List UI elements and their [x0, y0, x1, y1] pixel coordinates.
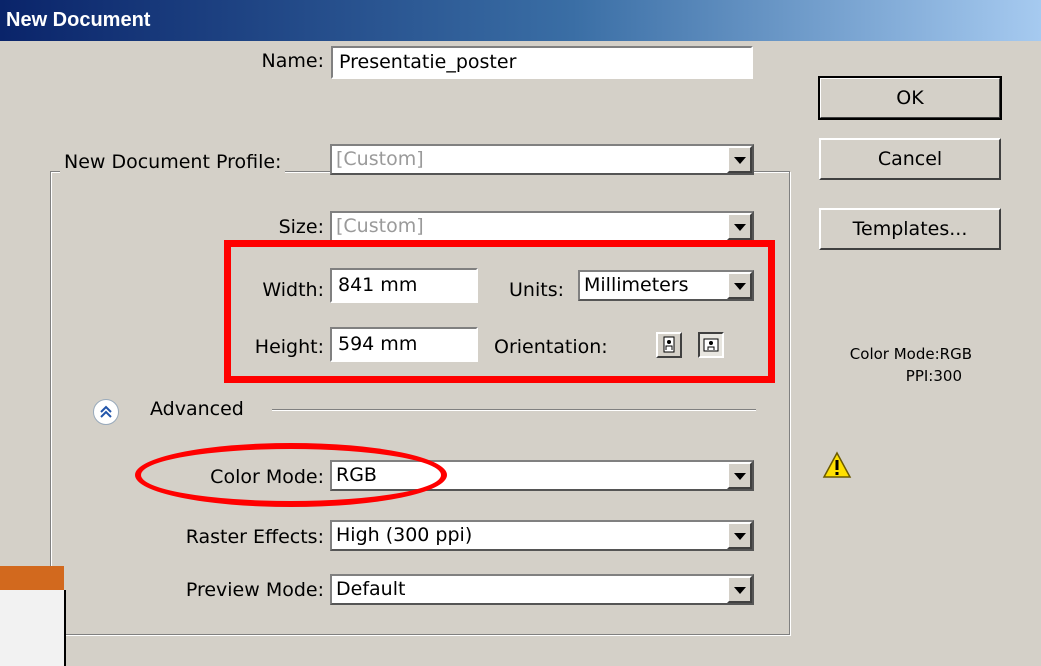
overlay-panel-fragment — [0, 590, 66, 666]
profile-label: New Document Profile: — [60, 151, 286, 173]
chevron-down-icon[interactable] — [727, 213, 752, 240]
raster-effects-label: Raster Effects: — [185, 526, 324, 548]
advanced-divider — [272, 409, 756, 411]
collapse-chevrons-icon[interactable] — [93, 399, 119, 425]
raster-effects-select[interactable]: High (300 ppi) — [330, 520, 754, 551]
size-select[interactable]: [Custom] — [330, 211, 754, 242]
overlay-orange-bar — [0, 566, 64, 590]
preview-mode-label: Preview Mode: — [185, 579, 324, 601]
size-value: [Custom] — [336, 215, 424, 237]
cancel-button[interactable]: Cancel — [819, 138, 1001, 180]
chevron-down-icon[interactable] — [727, 146, 752, 173]
title-bar: New Document — [0, 0, 1041, 41]
chevron-down-icon[interactable] — [727, 576, 752, 603]
advanced-label: Advanced — [150, 398, 244, 420]
name-label: Name: — [261, 50, 324, 72]
annotation-oval — [135, 443, 447, 507]
annotation-rectangle — [224, 240, 775, 383]
preview-mode-value: Default — [336, 578, 406, 600]
preview-mode-select[interactable]: Default — [330, 574, 754, 605]
templates-button[interactable]: Templates... — [819, 208, 1001, 250]
chevron-down-icon[interactable] — [727, 462, 752, 489]
new-document-dialog: Name: Presentatie_poster New Document Pr… — [0, 41, 1041, 666]
profile-select[interactable]: [Custom] — [330, 144, 754, 175]
ppi-info: PPI:300 — [905, 367, 962, 385]
chevron-down-icon[interactable] — [727, 522, 752, 549]
window-title: New Document — [6, 9, 151, 31]
name-input[interactable]: Presentatie_poster — [331, 46, 753, 79]
size-label: Size: — [278, 216, 324, 238]
color-mode-info: Color Mode:RGB — [849, 345, 972, 363]
profile-value: [Custom] — [336, 148, 424, 170]
warning-triangle-icon — [822, 451, 852, 479]
ok-button[interactable]: OK — [818, 76, 1002, 120]
raster-effects-value: High (300 ppi) — [336, 524, 473, 546]
